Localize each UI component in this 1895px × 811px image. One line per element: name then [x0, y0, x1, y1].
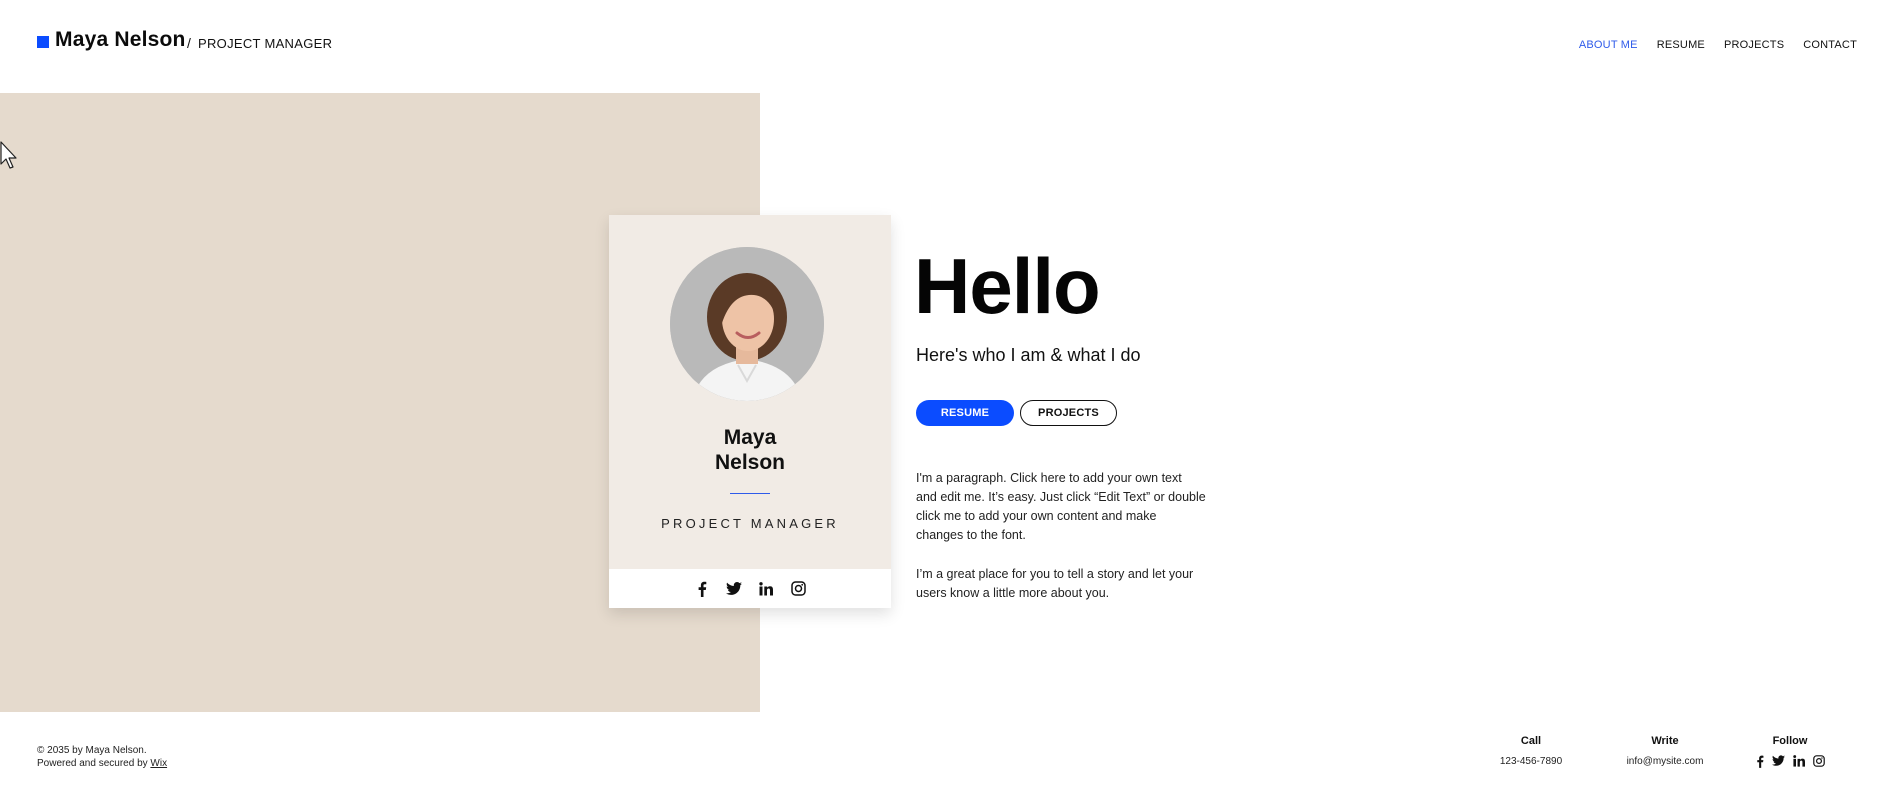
nav-projects[interactable]: PROJECTS	[1724, 39, 1784, 51]
profile-photo	[670, 247, 824, 401]
footer-powered: Powered and secured by Wix	[37, 757, 167, 770]
footer-credits: © 2035 by Maya Nelson. Powered and secur…	[37, 744, 167, 770]
nav-about-me[interactable]: ABOUT ME	[1579, 39, 1638, 51]
footer-social-icons	[1745, 755, 1835, 768]
instagram-icon[interactable]	[789, 580, 807, 598]
card-social-bar	[609, 569, 891, 608]
card-role: PROJECT MANAGER	[661, 516, 839, 531]
card-name: Maya Nelson	[609, 425, 891, 475]
footer-call: Call 123-456-7890	[1496, 735, 1566, 767]
nav-resume[interactable]: RESUME	[1657, 39, 1705, 51]
card-divider	[730, 493, 770, 494]
wix-link[interactable]: Wix	[150, 758, 167, 769]
card-first-name: Maya	[723, 426, 777, 449]
nav-contact[interactable]: CONTACT	[1803, 39, 1857, 51]
hero-title: Hello	[914, 242, 1101, 330]
footer-write-heading: Write	[1651, 735, 1679, 747]
main-nav: ABOUT ME RESUME PROJECTS CONTACT	[1579, 39, 1857, 51]
twitter-icon[interactable]	[1771, 755, 1785, 767]
footer-powered-text: Powered and secured by	[37, 758, 148, 769]
linkedin-icon[interactable]	[1792, 755, 1805, 767]
linkedin-icon[interactable]	[757, 580, 775, 598]
facebook-icon[interactable]	[693, 580, 711, 598]
footer-phone: 123-456-7890	[1499, 756, 1563, 767]
footer-follow-heading: Follow	[1772, 735, 1808, 747]
facebook-icon[interactable]	[1756, 755, 1764, 768]
site-header: Maya Nelson / PROJECT MANAGER ABOUT ME R…	[0, 0, 1895, 93]
footer-copyright: © 2035 by Maya Nelson.	[37, 745, 147, 756]
logo-square-icon	[37, 36, 49, 48]
header-role: PROJECT MANAGER	[198, 36, 333, 51]
profile-card: Maya Nelson PROJECT MANAGER	[609, 215, 891, 608]
intro-paragraph: I'm a paragraph. Click here to add your …	[916, 471, 1206, 542]
resume-button[interactable]: RESUME	[916, 400, 1014, 426]
header-separator: /	[187, 35, 191, 51]
story-paragraph: I’m a great place for you to tell a stor…	[916, 567, 1194, 600]
twitter-icon[interactable]	[725, 580, 743, 598]
site-owner-name[interactable]: Maya Nelson	[55, 28, 186, 52]
footer-write: Write info@mysite.com	[1620, 735, 1710, 767]
instagram-icon[interactable]	[1812, 755, 1825, 767]
footer-follow: Follow	[1745, 735, 1835, 768]
mouse-cursor-icon	[0, 141, 17, 169]
footer-email[interactable]: info@mysite.com	[1620, 756, 1710, 767]
hero-subtitle: Here's who I am & what I do	[916, 345, 1141, 365]
card-last-name: Nelson	[714, 451, 785, 474]
footer-call-heading: Call	[1520, 735, 1542, 747]
projects-button[interactable]: PROJECTS	[1020, 400, 1117, 426]
